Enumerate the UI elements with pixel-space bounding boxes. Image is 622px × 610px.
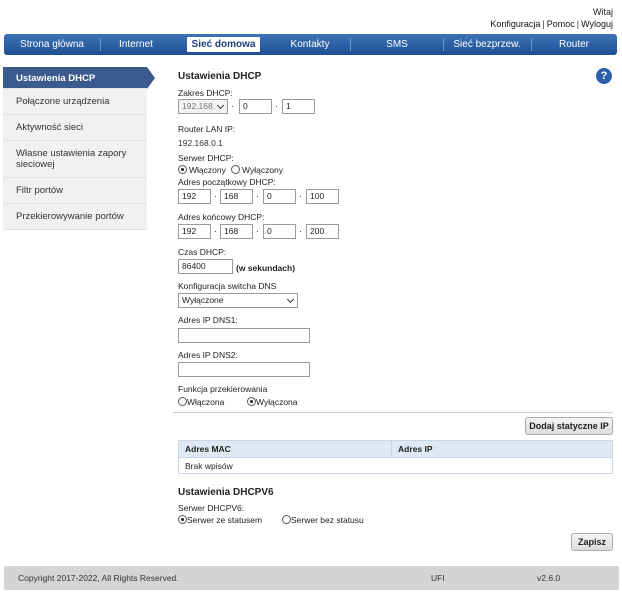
dhcpv6-stateless-label: Serwer bez statusu — [291, 515, 364, 525]
nav-divider — [100, 38, 101, 51]
dhcp-range-label: Zakres DHCP: — [178, 88, 233, 98]
ip-dot: · — [214, 191, 217, 201]
chevron-down-icon — [216, 101, 225, 110]
top-links: Konfiguracja | Pomoc | Wyloguj — [490, 19, 613, 29]
config-link[interactable]: Konfiguracja — [490, 19, 540, 29]
sidebar-item-dhcp[interactable]: Ustawienia DHCP — [3, 67, 155, 89]
dns-switch-value: Wyłączone — [182, 295, 224, 305]
static-ip-table: Adres MAC Adres IP Brak wpisów — [178, 440, 613, 474]
dhcp-server-off-label: Wyłączony — [242, 165, 284, 175]
dns-switch-label: Konfiguracja switcha DNS — [178, 281, 277, 291]
table-row: Brak wpisów — [179, 457, 612, 473]
chevron-down-icon — [286, 295, 295, 304]
ip-dot: · — [299, 191, 302, 201]
dhcpv6-stateless-radio[interactable] — [282, 515, 291, 524]
welcome-text: Witaj — [593, 7, 613, 17]
column-ip: Adres IP — [391, 441, 612, 457]
router-ip-value: 192.168.0.1 — [178, 138, 223, 148]
forward-on-label: Włączona — [187, 397, 225, 407]
footer: Copyright 2017-2022, All Rights Reserved… — [4, 566, 619, 590]
dns2-label: Adres IP DNS2: — [178, 350, 238, 360]
nav-divider — [531, 38, 532, 51]
help-icon[interactable]: ? — [596, 68, 612, 84]
dhcp-range-prefix-select: 192.168. — [178, 99, 228, 114]
dhcp-server-label: Serwer DHCP: — [178, 153, 234, 163]
dhcp-start-octet3-input[interactable]: 0 — [263, 189, 296, 204]
dhcp-end-octet4-input[interactable]: 200 — [306, 224, 339, 239]
ip-dot: · — [256, 191, 259, 201]
main-nav: Strona główna Internet Sieć domowa Konta… — [4, 34, 617, 55]
dhcp-range-octet3-input[interactable]: 0 — [239, 99, 272, 114]
nav-home[interactable]: Strona główna — [8, 37, 96, 52]
dhcp-start-octet1-input[interactable]: 192 — [178, 189, 211, 204]
dhcp-start-octet4-input[interactable]: 100 — [306, 189, 339, 204]
router-ip-label: Router LAN IP: — [178, 124, 236, 134]
forward-label: Funkcja przekierowania — [178, 384, 268, 394]
forward-off-radio[interactable] — [247, 397, 256, 406]
ip-dot: · — [299, 226, 302, 236]
nav-divider — [350, 38, 351, 51]
dhcp-title: Ustawienia DHCP — [178, 71, 262, 82]
dns2-input[interactable] — [178, 362, 310, 377]
dhcpv6-server-label: Serwer DHCPV6: — [178, 503, 245, 513]
version-text: v2.6.0 — [537, 573, 561, 583]
link-separator: | — [542, 19, 545, 29]
dhcp-end-octet2-input[interactable]: 168 — [220, 224, 253, 239]
dns1-label: Adres IP DNS1: — [178, 315, 238, 325]
lease-time-unit: (w sekundach) — [236, 263, 296, 273]
sidebar-item-port-filter[interactable]: Filtr portów — [3, 178, 147, 204]
column-mac: Adres MAC — [185, 444, 231, 454]
sidebar-item-firewall[interactable]: Własne ustawienia zapory sieciowej — [3, 141, 147, 178]
dhcp-end-label: Adres końcowy DHCP: — [178, 212, 265, 222]
lease-time-input[interactable]: 86400 — [178, 259, 233, 274]
ip-dot: · — [214, 226, 217, 236]
dhcpv6-stateful-radio[interactable] — [178, 515, 187, 524]
forward-on-radio[interactable] — [178, 397, 187, 406]
add-static-ip-button[interactable]: Dodaj statyczne IP — [525, 417, 613, 435]
dns-switch-select[interactable]: Wyłączone — [178, 293, 298, 308]
nav-contacts[interactable]: Kontakty — [274, 37, 346, 52]
ip-dot: · — [231, 101, 234, 111]
forward-off-label: Wyłączona — [256, 397, 298, 407]
divider — [173, 412, 613, 413]
dhcp-server-off-radio[interactable] — [231, 165, 240, 174]
nav-sms[interactable]: SMS — [354, 37, 440, 52]
ip-dot: · — [256, 226, 259, 236]
logout-link[interactable]: Wyloguj — [581, 19, 613, 29]
sidebar: Ustawienia DHCP Połączone urządzenia Akt… — [3, 67, 155, 230]
sidebar-item-network-activity[interactable]: Aktywność sieci — [3, 115, 147, 141]
link-separator: | — [576, 19, 580, 29]
dhcp-start-label: Adres początkowy DHCP: — [178, 177, 276, 187]
dhcp-server-on-label: Włączony — [189, 165, 226, 175]
dhcpv6-stateful-label: Serwer ze statusem — [187, 515, 263, 525]
dhcp-range-prefix-value: 192.168. — [182, 101, 216, 111]
dhcp-start-octet2-input[interactable]: 168 — [220, 189, 253, 204]
copyright-text: Copyright 2017-2022, All Rights Reserved… — [18, 573, 179, 583]
footer-middle-text: UFI — [431, 573, 445, 583]
dhcp-server-on-radio[interactable] — [178, 165, 187, 174]
nav-router[interactable]: Router — [535, 37, 613, 52]
sidebar-item-connected-devices[interactable]: Połączone urządzenia — [3, 89, 147, 115]
table-header: Adres MAC Adres IP — [179, 441, 612, 457]
ip-dot: · — [275, 101, 278, 111]
dhcp-range-octet4-input[interactable]: 1 — [282, 99, 315, 114]
lease-time-label: Czas DHCP: — [178, 247, 227, 257]
dhcp-end-octet1-input[interactable]: 192 — [178, 224, 211, 239]
nav-home-network[interactable]: Sieć domowa — [187, 37, 260, 52]
nav-divider — [443, 38, 444, 51]
dhcpv6-title: Ustawienia DHCPV6 — [178, 487, 274, 498]
nav-internet[interactable]: Internet — [104, 37, 168, 52]
dhcp-end-octet3-input[interactable]: 0 — [263, 224, 296, 239]
sidebar-item-port-forwarding[interactable]: Przekierowywanie portów — [3, 204, 147, 230]
save-button[interactable]: Zapisz — [571, 533, 613, 551]
nav-wireless[interactable]: Sieć bezprzew. — [447, 37, 527, 52]
help-link[interactable]: Pomoc — [547, 19, 575, 29]
dns1-input[interactable] — [178, 328, 310, 343]
